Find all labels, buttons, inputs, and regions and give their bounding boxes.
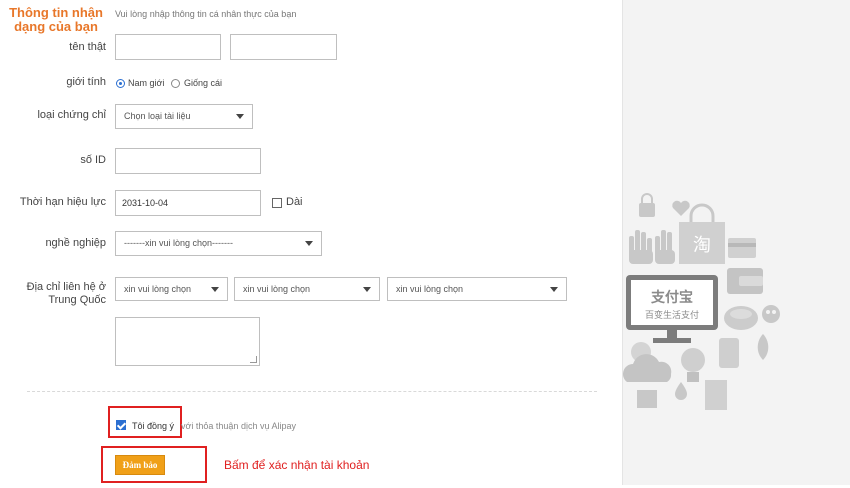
book-icon (705, 380, 727, 410)
pet-icon (762, 305, 780, 323)
occupation-select[interactable]: -------xin vui lòng chọn------- (115, 231, 322, 256)
chevron-down-icon (550, 287, 558, 292)
chevron-down-icon (211, 287, 219, 292)
occupation-label: nghề nghiệp (45, 237, 106, 249)
building-icon (637, 390, 657, 408)
gender-male-label: Nam giới (128, 78, 165, 88)
id-number-input[interactable] (115, 148, 261, 174)
gender-male-radio[interactable] (116, 79, 125, 88)
lock-icon (639, 193, 655, 217)
validity-label: Thời hạn hiệu lực (19, 196, 106, 208)
city-select[interactable]: xin vui lòng chọn (234, 277, 380, 301)
long-term-checkbox[interactable] (272, 198, 282, 208)
agree-label[interactable]: Tôi đồng ý (132, 421, 174, 431)
agree-checkbox[interactable] (116, 420, 126, 430)
validity-date-input[interactable] (115, 190, 261, 216)
cert-type-label: loại chứng chỉ (37, 109, 106, 121)
tagline-text: 百变生活支付 (645, 309, 699, 321)
address-label-line1: Địa chỉ liên hệ ở (26, 281, 106, 293)
monitor-icon: 支付宝 百变生活支付 (626, 275, 718, 343)
coffee-cup-icon (724, 306, 758, 330)
last-name-input[interactable] (230, 34, 337, 60)
occupation-value: -------xin vui lòng chọn------- (124, 238, 234, 248)
district-select[interactable]: xin vui lòng chọn (387, 277, 567, 301)
city-value: xin vui lòng chọn (243, 284, 311, 294)
leaf-icon (757, 334, 769, 360)
chevron-down-icon (236, 114, 244, 119)
long-term-label: Dài (286, 196, 303, 208)
province-select[interactable]: xin vui lòng chọn (115, 277, 228, 301)
real-name-label: tên thật (69, 41, 106, 53)
address-detail-textarea[interactable] (115, 317, 260, 366)
chevron-down-icon (363, 287, 371, 292)
lightbulb-icon (681, 348, 705, 382)
district-value: xin vui lòng chọn (396, 284, 464, 294)
svg-text:淘: 淘 (693, 235, 711, 256)
gender-label: giới tính (66, 76, 106, 88)
gender-female-radio[interactable] (171, 79, 180, 88)
gender-female-label: Giống cái (184, 78, 223, 88)
heart-icon (672, 200, 690, 216)
brand-text: 支付宝 (650, 289, 693, 306)
cert-type-value: Chọn loại tài liệu (124, 111, 191, 121)
submit-button[interactable]: Đảm bảo (115, 455, 165, 475)
address-label: Địa chỉ liên hệ ở Trung Quốc (27, 281, 106, 307)
id-number-label: số ID (80, 154, 106, 166)
cert-type-select[interactable]: Chọn loại tài liệu (115, 104, 253, 129)
side-panel: 淘 支付宝 百变生活支付 (622, 0, 850, 485)
card-icon (728, 238, 756, 258)
confirm-note: Bấm để xác nhận tài khoản (224, 458, 370, 472)
section-divider (27, 391, 597, 392)
wallet-icon (727, 268, 763, 294)
chevron-down-icon (305, 241, 313, 246)
section-description: Vui lòng nhập thông tin cá nhân thực của… (115, 9, 297, 19)
province-value: xin vui lòng chọn (124, 284, 192, 294)
address-label-line2: Trung Quốc (48, 294, 106, 306)
hand-icon (629, 230, 675, 264)
alipay-illustration: 淘 支付宝 百变生活支付 (623, 193, 780, 410)
resize-grip-icon[interactable] (250, 356, 257, 363)
section-title: Thông tin nhận dạng của bạn (9, 5, 103, 34)
cloud-icon (623, 354, 672, 382)
water-drop-icon (675, 382, 687, 400)
first-name-input[interactable] (115, 34, 221, 60)
shopping-bag-icon: 淘 (679, 203, 725, 264)
agreement-text: với thỏa thuận dịch vụ Alipay (181, 421, 296, 431)
phone-icon (719, 338, 739, 368)
